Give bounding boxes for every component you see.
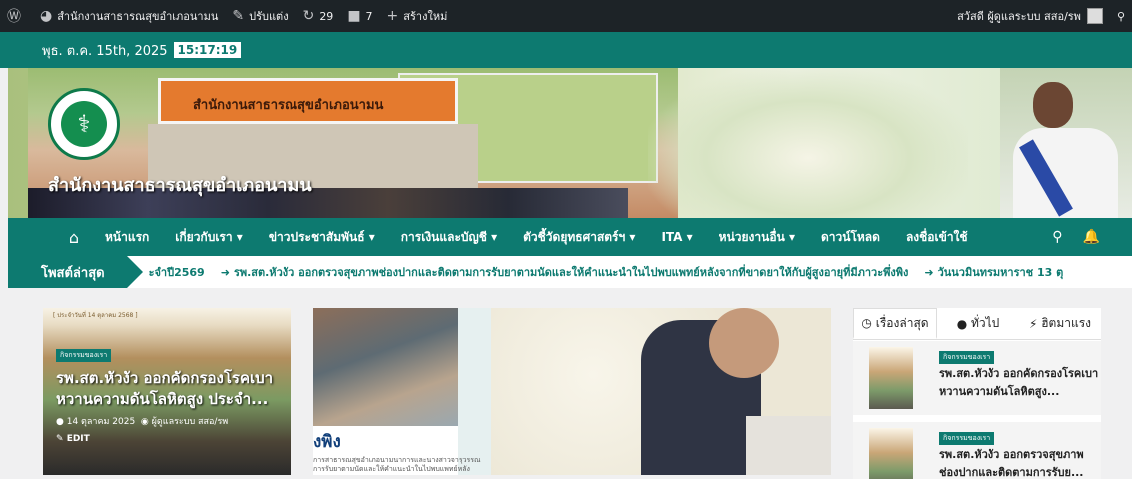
header-banner[interactable]: สำนักงานสาธารณสุขอำเภอนามน ⚕ สำนักงานสาธ… <box>8 68 1132 218</box>
comments-button[interactable]: ■ 7 <box>340 0 379 32</box>
nav-item-download[interactable]: ดาวน์โหลด <box>808 228 893 247</box>
arrow-circle-icon: ➜ <box>924 266 934 279</box>
search-icon: ⚲ <box>1116 9 1125 23</box>
wordpress-logo-button[interactable]: Ⓦ <box>0 0 33 32</box>
sidebar-tabs-widget: ◷ เรื่องล่าสุด ● ทั่วไป ⚡ ฮิตมาแรง กิจกร… <box>853 308 1101 479</box>
caduceus-icon: ⚕ <box>61 101 107 147</box>
sidebar-post-title[interactable]: รพ.สต.หัวงัว ออกตรวจสุขภาพช่องปากและติดต… <box>939 446 1099 479</box>
clock-icon: ◷ <box>861 316 872 330</box>
fire-icon: ● <box>956 316 968 331</box>
updates-button[interactable]: ↻ 29 <box>296 0 341 32</box>
nav-item-news[interactable]: ข่าวประชาสัมพันธ์ ▾ <box>256 228 388 247</box>
sidebar-post-title[interactable]: รพ.สต.หัวงัว ออกคัดกรองโรคเบาหวานความดัน… <box>939 365 1099 401</box>
image-header-text: [ ประจำวันที่ 14 ตุลาคม 2568 ] <box>53 312 138 319</box>
royal-banner-card[interactable] <box>491 308 831 475</box>
home-icon[interactable]: ⌂ <box>56 228 92 247</box>
date-bar: พุธ. ต.ค. 15th, 2025 15:17:19 <box>0 32 1132 68</box>
post-thumbnail[interactable] <box>869 428 913 479</box>
current-date: พุธ. ต.ค. 15th, 2025 <box>42 43 168 59</box>
comments-icon: ■ <box>347 8 361 24</box>
nav-item-about[interactable]: เกี่ยวกับเรา ▾ <box>162 228 256 247</box>
tab-general[interactable]: ● ทั่วไป <box>937 308 1019 339</box>
current-time: 15:17:19 <box>173 42 242 58</box>
main-nav: ⌂ หน้าแรก เกี่ยวกับเรา ▾ ข่าวประชาสัมพัน… <box>8 218 1132 256</box>
bolt-icon: ⚡ <box>1028 316 1038 331</box>
nav-item-agencies[interactable]: หน่วยงานอื่น ▾ <box>706 228 808 247</box>
my-account-button[interactable]: สวัสดี ผู้ดูแลระบบ สสอ/รพ <box>950 0 1110 32</box>
brush-icon: ✎ <box>232 8 245 24</box>
post-author[interactable]: ผู้ดูแลระบบ สสอ/รพ <box>152 417 229 427</box>
ticker-label: โพสต์ล่าสุด <box>8 256 143 288</box>
sidebar-post[interactable]: กิจกรรมของเรา รพ.สต.หัวงัว ออกคัดกรองโรค… <box>853 341 1101 415</box>
admin-search-button[interactable]: ⚲ <box>1110 0 1132 32</box>
newspaper-image <box>746 416 831 475</box>
updates-count: 29 <box>319 9 334 23</box>
clock-icon: ● <box>56 417 64 427</box>
tab-bar: ◷ เรื่องล่าสุด ● ทั่วไป ⚡ ฮิตมาแรง <box>853 308 1101 340</box>
dashboard-icon: ◕ <box>40 8 53 24</box>
admin-bar: Ⓦ ◕ สำนักงานสาธารณสุขอำเภอนามน ✎ ปรับแต่… <box>0 0 1132 32</box>
user-icon: ◉ <box>140 417 149 427</box>
ticker-item[interactable]: ะจำปี2569 <box>149 263 205 281</box>
edit-link[interactable]: ✎ EDIT <box>56 434 90 444</box>
comments-count: 7 <box>365 9 373 23</box>
slider-post-card[interactable]: งพิง การสาธารณสุขอำเภอนามนาการและนางสาวจ… <box>313 308 491 475</box>
post-thumbnail[interactable] <box>869 347 913 409</box>
arrow-circle-icon: ➜ <box>220 266 230 279</box>
tab-trending[interactable]: ⚡ ฮิตมาแรง <box>1019 308 1101 339</box>
bell-icon[interactable]: 🔔 <box>1083 229 1100 245</box>
featured-post-title[interactable]: รพ.สต.หัวงัว ออกคัดกรองโรคเบาหวานความดัน… <box>56 368 282 410</box>
wordpress-icon: Ⓦ <box>7 9 21 25</box>
greeting-label: สวัสดี ผู้ดูแลระบบ สสอ/รพ <box>957 10 1081 23</box>
post-meta: ● 14 ตุลาคม 2025 ◉ ผู้ดูแลระบบ สสอ/รพ <box>56 414 228 428</box>
sidebar-post[interactable]: กิจกรรมของเรา รพ.สต.หัวงัว ออกตรวจสุขภาพ… <box>853 422 1101 479</box>
site-name-label: สำนักงานสาธารณสุขอำเภอนามน <box>57 10 219 23</box>
slider-post-heading: งพิง <box>313 432 341 452</box>
post-date[interactable]: 14 ตุลาคม 2025 <box>67 417 135 427</box>
updates-icon: ↻ <box>302 8 315 24</box>
slider-post-text: การสาธารณสุขอำเภอนามนาการและนางสาวจารุวร… <box>313 456 481 473</box>
nav-item-finance[interactable]: การเงินและบัญชี ▾ <box>388 228 510 247</box>
latest-posts-ticker: โพสต์ล่าสุด ะจำปี2569 ➜ รพ.สต.หัวงัว ออกต… <box>8 256 1132 288</box>
tab-latest[interactable]: ◷ เรื่องล่าสุด <box>853 308 937 339</box>
customize-label: ปรับแต่ง <box>249 10 289 23</box>
building-sign-text: สำนักงานสาธารณสุขอำเภอนามน <box>193 98 384 113</box>
royal-portrait-face <box>709 308 779 378</box>
category-badge[interactable]: กิจกรรมของเรา <box>939 351 995 364</box>
category-badge[interactable]: กิจกรรมของเรา <box>939 432 995 445</box>
moph-logo: ⚕ <box>48 88 120 160</box>
site-title: สำนักงานสาธารณสุขอำเภอนามน <box>48 175 312 196</box>
nav-item-home[interactable]: หน้าแรก <box>92 228 162 247</box>
new-content-button[interactable]: + สร้างใหม่ <box>380 0 455 32</box>
new-content-label: สร้างใหม่ <box>403 10 448 23</box>
ticker-item[interactable]: ➜ วันนวมินทรมหาราช 13 ตุ <box>924 263 1063 281</box>
search-icon[interactable]: ⚲ <box>1052 229 1062 245</box>
admin-site-name[interactable]: ◕ สำนักงานสาธารณสุขอำเภอนามน <box>33 0 225 32</box>
featured-post-card[interactable]: [ ประจำวันที่ 14 ตุลาคม 2568 ] กิจกรรมขอ… <box>43 308 291 475</box>
slider-post-image <box>313 308 458 426</box>
avatar <box>1086 8 1103 24</box>
banner-glow <box>648 68 968 218</box>
nav-item-strategy[interactable]: ตัวชี้วัดยุทธศาสตร์ฯ ▾ <box>510 228 648 247</box>
nav-item-login[interactable]: ลงชื่อเข้าใช้ <box>893 228 981 247</box>
portrait-head <box>1033 82 1073 128</box>
customize-button[interactable]: ✎ ปรับแต่ง <box>225 0 295 32</box>
nav-item-ita[interactable]: ITA ▾ <box>648 230 705 244</box>
plus-icon: + <box>386 8 399 24</box>
edit-icon: ✎ <box>56 434 64 444</box>
ticker-item[interactable]: ➜ รพ.สต.หัวงัว ออกตรวจสุขภาพช่องปากและติด… <box>221 263 909 281</box>
card-background <box>458 308 491 475</box>
category-badge[interactable]: กิจกรรมของเรา <box>56 349 112 362</box>
ticker-track: ะจำปี2569 ➜ รพ.สต.หัวงัว ออกตรวจสุขภาพช่อ… <box>149 263 1064 281</box>
